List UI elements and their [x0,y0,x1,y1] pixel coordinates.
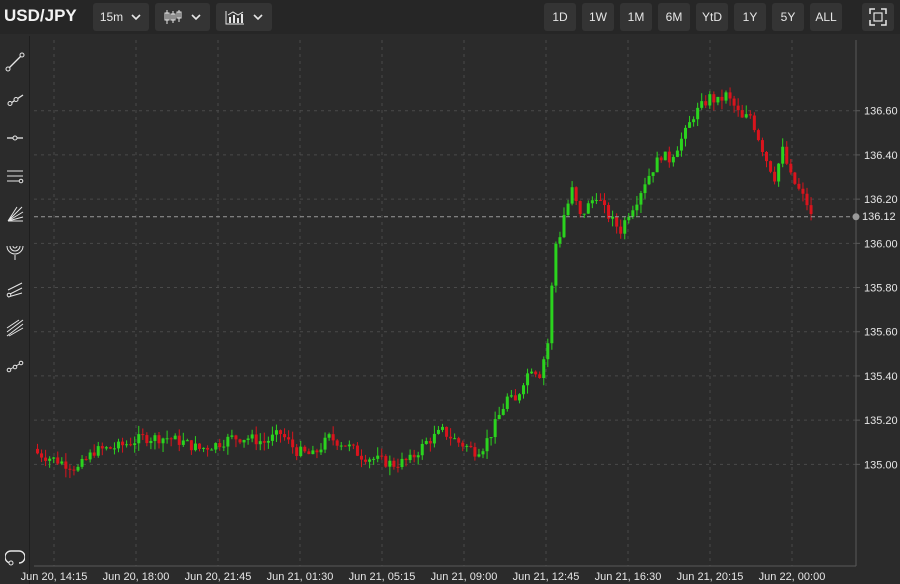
x-tick-label: Jun 21, 05:15 [349,571,416,583]
y-axis-labels: 136.60 136.40 136.20 136.00 135.80 135.60 135.… [856,106,898,471]
candle [756,128,760,142]
candle [793,171,797,185]
candle [550,282,554,350]
y-tick-label: 135.20 [864,415,898,427]
y-tick-label: 136.20 [864,194,898,206]
x-tick-label: Jun 22, 00:00 [759,571,826,583]
y-tick-label: 135.80 [864,283,898,295]
x-tick-label: Jun 21, 09:00 [431,571,498,583]
candle [554,241,558,293]
candle [384,454,388,468]
x-tick-label: Jun 21, 20:15 [677,571,744,583]
y-tick-label: 135.60 [864,327,898,339]
y-tick-label: 136.00 [864,238,898,250]
y-tick-label: 136.40 [864,150,898,162]
x-tick-label: Jun 20, 14:15 [21,571,88,583]
y-tick-label: 135.40 [864,371,898,383]
candle [769,160,773,174]
price-chart[interactable]: 136.60 136.40 136.20 136.00 135.80 135.60 135.… [0,0,900,584]
candle [663,151,667,161]
current-price-marker [852,213,860,221]
x-tick-label: Jun 20, 18:00 [103,571,170,583]
x-axis-labels: Jun 20, 14:15 Jun 20, 18:00 Jun 20, 21:45 J… [21,571,826,583]
x-tick-label: Jun 21, 16:30 [595,571,662,583]
x-tick-label: Jun 20, 21:45 [185,571,252,583]
x-tick-label: Jun 21, 01:30 [267,571,334,583]
plot-area [34,40,856,566]
current-price-label: 136.12 [862,209,900,225]
y-tick-label: 135.00 [864,459,898,471]
y-tick-label: 136.60 [864,106,898,118]
x-tick-label: Jun 21, 12:45 [513,571,580,583]
